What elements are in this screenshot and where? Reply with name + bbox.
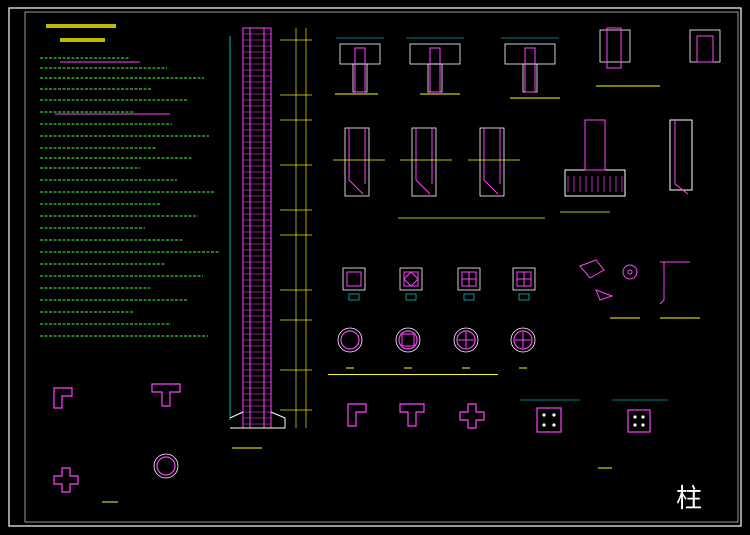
- drawing-title-char: 柱: [676, 484, 703, 514]
- rebar-dot: [542, 423, 546, 427]
- rebar-dot: [542, 413, 546, 417]
- rebar-dot: [633, 415, 637, 419]
- rebar-dot: [641, 423, 645, 427]
- rebar-dot: [641, 415, 645, 419]
- rebar-dot: [633, 423, 637, 427]
- rebar-dot: [552, 413, 556, 417]
- rebar-dot: [552, 423, 556, 427]
- divider-line: [328, 374, 498, 375]
- cad-drawing-sheet: [0, 0, 750, 535]
